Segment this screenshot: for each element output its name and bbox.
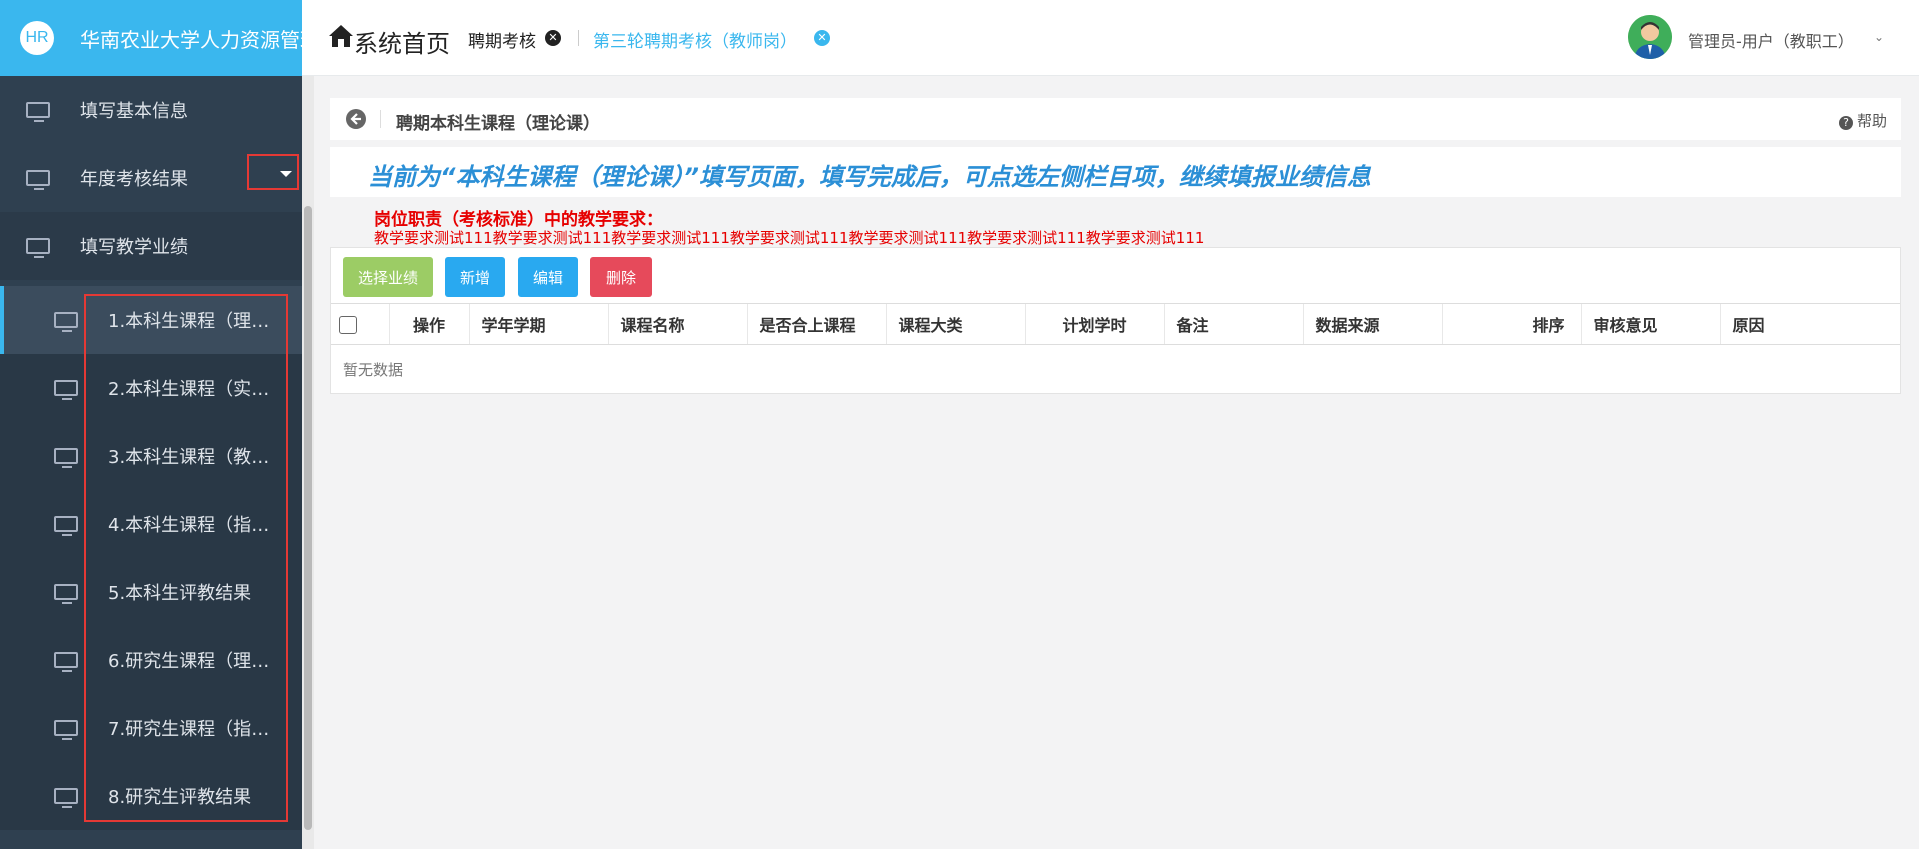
breadcrumb-divider xyxy=(380,110,381,128)
monitor-icon xyxy=(26,238,50,258)
sidebar-subitem-8[interactable]: 8.研究生评教结果 xyxy=(0,762,302,830)
add-button[interactable]: 新增 xyxy=(445,257,505,297)
sidebar-scrollbar[interactable] xyxy=(302,76,314,849)
help-label: 帮助 xyxy=(1856,112,1887,130)
select-all-cell xyxy=(331,303,389,345)
monitor-icon xyxy=(54,516,78,536)
monitor-icon xyxy=(54,720,78,740)
logo-bar: HR 华南农业大学人力资源管理系统 xyxy=(0,0,302,76)
monitor-icon xyxy=(26,170,50,190)
monitor-icon xyxy=(54,312,78,332)
table-row: 暂无数据 xyxy=(331,345,1900,395)
delete-button[interactable]: 删除 xyxy=(590,257,652,297)
column-header[interactable]: 课程名称 xyxy=(607,303,747,345)
back-arrow-icon[interactable] xyxy=(346,109,366,129)
sidebar-subitem-6[interactable]: 6.研究生课程（理论课） xyxy=(0,626,302,694)
column-header[interactable]: 课程大类 xyxy=(885,303,1025,345)
course-table: 操作 学年学期 课程名称 是否合上课程 课程大类 计划学时 备注 数据来源 排序… xyxy=(331,303,1900,395)
sidebar-subitem-1[interactable]: 1.本科生课程（理论课） xyxy=(0,286,302,354)
avatar[interactable] xyxy=(1628,15,1672,59)
sidebar-subitem-label: 7.研究生课程（指导） xyxy=(108,719,270,740)
sidebar-item-teaching-performance[interactable]: 填写教学业绩 xyxy=(0,212,302,280)
column-header[interactable]: 审核意见 xyxy=(1580,303,1720,345)
notice-banner: 当前为“本科生课程（理论课）”填写页面，填写完成后，可点选左侧栏目项，继续填报业… xyxy=(330,147,1901,197)
sidebar: HR 华南农业大学人力资源管理系统 填写基本信息 年度考核结果 填写教学业绩 1… xyxy=(0,0,302,849)
sidebar-subitem-label: 8.研究生评教结果 xyxy=(108,787,252,808)
requirement-text: 教学要求测试111教学要求测试111教学要求测试111教学要求测试111教学要求… xyxy=(374,229,1205,247)
sidebar-item-label: 年度考核结果 xyxy=(80,169,188,190)
column-header[interactable]: 学年学期 xyxy=(468,303,608,345)
caret-down-icon xyxy=(280,171,292,177)
close-icon[interactable]: ✕ xyxy=(545,30,561,46)
sidebar-subitem-label: 2.本科生课程（实验课） xyxy=(108,379,270,400)
select-performance-button[interactable]: 选择业绩 xyxy=(343,257,433,297)
notice-text: 当前为“本科生课程（理论课）”填写页面，填写完成后，可点选左侧栏目项，继续填报业… xyxy=(368,163,1371,191)
scrollbar-thumb[interactable] xyxy=(304,206,312,830)
column-header[interactable]: 计划学时 xyxy=(1024,303,1164,345)
home-link[interactable]: 系统首页 xyxy=(354,24,450,59)
expand-toggle[interactable] xyxy=(247,154,299,190)
column-header[interactable]: 原因 xyxy=(1719,303,1900,345)
column-header[interactable]: 数据来源 xyxy=(1302,303,1442,345)
user-avatar-icon xyxy=(1628,15,1672,59)
sidebar-subitem-7[interactable]: 7.研究生课程（指导） xyxy=(0,694,302,762)
column-header[interactable]: 备注 xyxy=(1163,303,1303,345)
table-header-row: 操作 学年学期 课程名称 是否合上课程 课程大类 计划学时 备注 数据来源 排序… xyxy=(331,303,1900,345)
breadcrumb: 聘期本科生课程（理论课） ? 帮助 xyxy=(330,98,1901,140)
sidebar-subitem-2[interactable]: 2.本科生课程（实验课） xyxy=(0,354,302,422)
sidebar-submenu: 1.本科生课程（理论课） 2.本科生课程（实验课） 3.本科生课程（教学实习） … xyxy=(0,286,302,830)
sidebar-item-label: 填写基本信息 xyxy=(80,101,188,122)
column-header[interactable]: 操作 xyxy=(388,303,469,345)
hr-logo-icon: HR xyxy=(20,21,54,55)
sidebar-subitem-4[interactable]: 4.本科生课程（指导毕业论文） xyxy=(0,490,302,558)
monitor-icon xyxy=(54,448,78,468)
tab-divider xyxy=(578,30,579,46)
sidebar-subitem-label: 3.本科生课程（教学实习） xyxy=(108,447,270,468)
top-header: 系统首页 聘期考核 ✕ 第三轮聘期考核（教师岗） ✕ 管理员-用户（教职工） ⌄ xyxy=(302,0,1919,76)
edit-button[interactable]: 编辑 xyxy=(518,257,578,297)
sidebar-item-basic-info[interactable]: 填写基本信息 xyxy=(0,76,302,144)
sidebar-subitem-3[interactable]: 3.本科生课程（教学实习） xyxy=(0,422,302,490)
help-link[interactable]: ? 帮助 xyxy=(1838,110,1887,131)
empty-table-message: 暂无数据 xyxy=(343,361,404,380)
monitor-icon xyxy=(54,584,78,604)
app-title: 华南农业大学人力资源管理系统 xyxy=(80,27,302,52)
select-all-checkbox[interactable] xyxy=(339,315,357,334)
monitor-icon xyxy=(54,380,78,400)
monitor-icon xyxy=(54,652,78,672)
close-icon[interactable]: ✕ xyxy=(814,30,830,46)
column-header[interactable]: 排序 xyxy=(1441,303,1581,345)
chevron-down-icon[interactable]: ⌄ xyxy=(1874,30,1884,44)
sidebar-subitem-label: 6.研究生课程（理论课） xyxy=(108,651,270,672)
sidebar-item-label: 填写教学业绩 xyxy=(80,237,188,258)
user-menu-label[interactable]: 管理员-用户（教职工） xyxy=(1688,28,1854,52)
sidebar-subitem-label: 5.本科生评教结果 xyxy=(108,583,252,604)
home-icon[interactable] xyxy=(328,24,354,48)
tab-term-review[interactable]: 聘期考核 xyxy=(468,27,536,52)
monitor-icon xyxy=(54,788,78,808)
column-header[interactable]: 是否合上课程 xyxy=(746,303,886,345)
page-title: 聘期本科生课程（理论课） xyxy=(396,114,600,134)
question-icon: ? xyxy=(1838,116,1853,130)
data-panel: 选择业绩 新增 编辑 删除 操作 学年学期 课程名称 是否合上课程 课程大类 计… xyxy=(330,247,1901,394)
monitor-icon xyxy=(26,102,50,122)
tab-third-round[interactable]: 第三轮聘期考核（教师岗） xyxy=(593,27,797,52)
sidebar-subitem-label: 4.本科生课程（指导毕业论文） xyxy=(108,515,270,536)
sidebar-subitem-label: 1.本科生课程（理论课） xyxy=(108,311,270,332)
sidebar-subitem-5[interactable]: 5.本科生评教结果 xyxy=(0,558,302,626)
